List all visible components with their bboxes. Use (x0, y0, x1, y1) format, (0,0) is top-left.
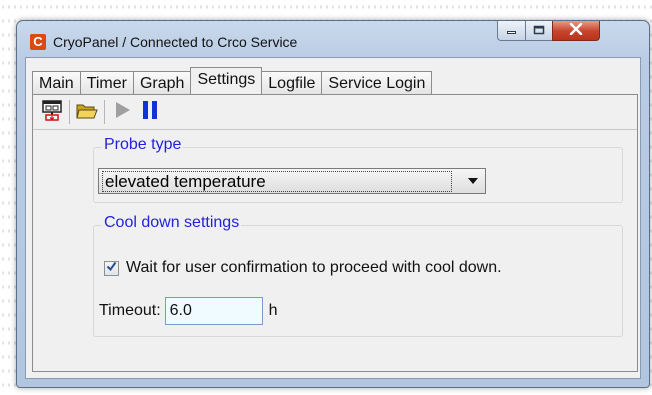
cool-down-settings-group: Cool down settings Wait for user confirm… (93, 214, 623, 337)
play-icon (111, 99, 133, 126)
close-button[interactable] (552, 21, 600, 41)
toolbar-separator (69, 100, 70, 124)
wait-confirmation-row: Wait for user confirmation to proceed wi… (104, 259, 502, 277)
app-icon: C (30, 34, 46, 50)
pause-button[interactable] (136, 98, 164, 126)
chevron-down-icon (465, 169, 481, 193)
settings-panel: Probe type elevated temperature Cool dow… (32, 94, 638, 372)
play-button[interactable] (108, 98, 136, 126)
tab-graph[interactable]: Graph (132, 71, 192, 94)
tab-main[interactable]: Main (32, 71, 81, 94)
save-probe-icon (41, 99, 63, 126)
checkmark-icon (106, 259, 117, 277)
title-bar[interactable]: C CryoPanel / Connected to Crco Service (17, 21, 649, 57)
minimize-button[interactable] (497, 21, 526, 41)
tab-settings[interactable]: Settings (190, 67, 263, 94)
timeout-row: Timeout: 6.0 h (99, 297, 278, 325)
minimize-icon (506, 22, 518, 40)
probe-type-select[interactable]: elevated temperature (98, 168, 486, 194)
close-icon (569, 22, 583, 40)
pause-icon (139, 99, 161, 126)
timeout-label: Timeout: (99, 302, 161, 319)
open-folder-icon (75, 99, 99, 126)
probe-type-legend: Probe type (102, 136, 184, 154)
maximize-icon (533, 22, 545, 40)
toolbar-separator (104, 100, 105, 124)
timeout-unit: h (268, 302, 278, 319)
window-client-area: Main Timer Graph Settings Logfile Servic… (25, 57, 641, 379)
probe-type-group: Probe type elevated temperature (93, 136, 623, 203)
open-folder-button[interactable] (73, 98, 101, 126)
maximize-button[interactable] (525, 21, 553, 41)
wait-confirmation-label: Wait for user confirmation to proceed wi… (126, 259, 502, 276)
tab-service-login[interactable]: Service Login (321, 71, 433, 94)
timeout-input[interactable]: 6.0 (164, 297, 263, 325)
window-title: CryoPanel / Connected to Crco Service (53, 34, 298, 50)
probe-type-selected-value: elevated temperature (102, 171, 452, 192)
tab-logfile[interactable]: Logfile (261, 71, 323, 94)
tab-timer[interactable]: Timer (79, 71, 134, 94)
tab-strip: Main Timer Graph Settings Logfile Servic… (32, 67, 433, 94)
cool-down-settings-legend: Cool down settings (102, 214, 242, 232)
toolbar (33, 95, 637, 130)
save-probe-button[interactable] (38, 98, 66, 126)
wait-confirmation-checkbox[interactable] (104, 259, 119, 277)
cryopanel-window: C CryoPanel / Connected to Crco Service … (16, 20, 650, 388)
